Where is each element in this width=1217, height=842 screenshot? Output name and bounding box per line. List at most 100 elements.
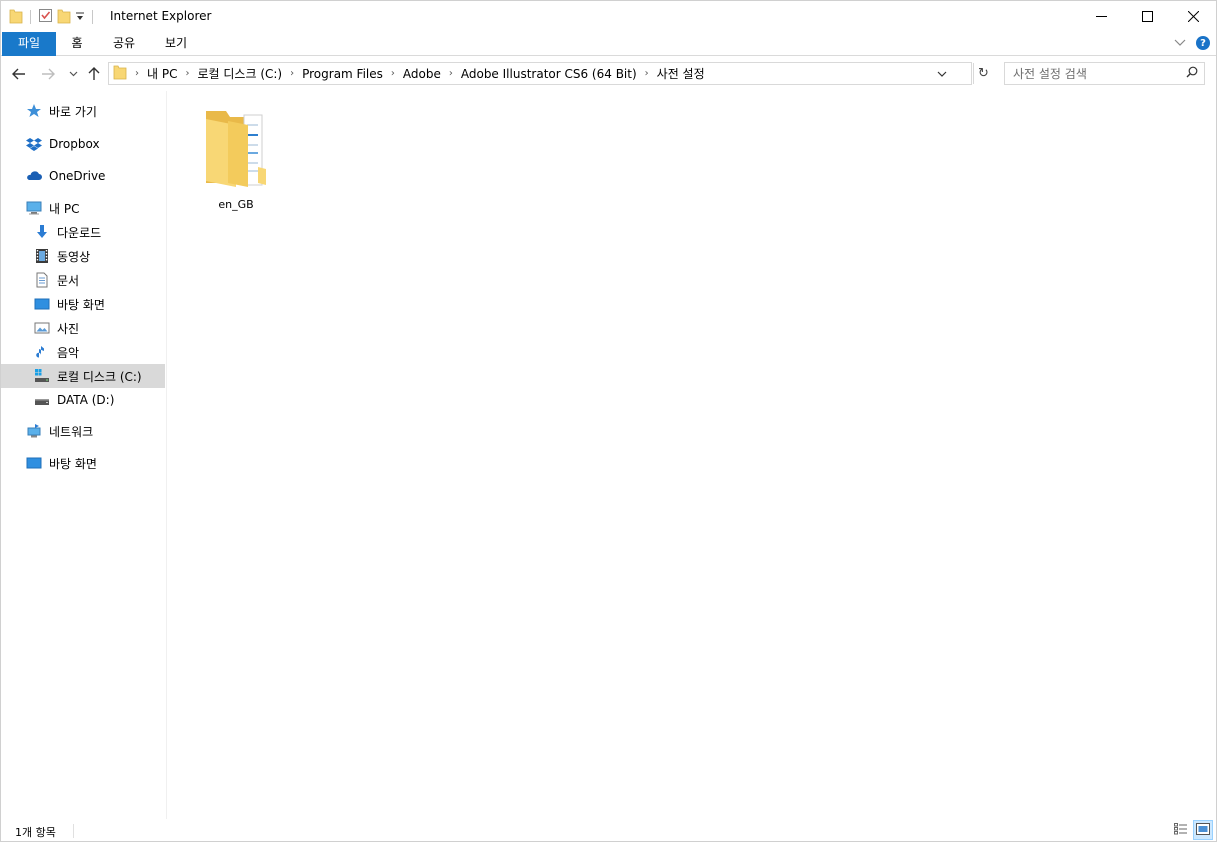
breadcrumb-chevron-icon[interactable]: › [181, 68, 193, 79]
breadcrumb-chevron-icon[interactable]: › [131, 68, 143, 79]
navigation-row: › 내 PC › 로컬 디스크 (C:) › Program Files › A… [1, 61, 1216, 87]
nav-item-videos[interactable]: 동영상 [1, 244, 165, 268]
ribbon-tabs: 파일 홈 공유 보기 ? [1, 32, 1216, 56]
windows-drive-icon [33, 367, 51, 385]
nav-item-label: 로컬 디스크 (C:) [57, 369, 142, 384]
search-input[interactable] [1013, 66, 1183, 81]
nav-item-label: 다운로드 [57, 225, 102, 240]
status-divider [73, 824, 74, 838]
help-icon[interactable]: ? [1196, 36, 1210, 50]
nav-item-label: 문서 [57, 273, 80, 288]
toolbar-separator [92, 10, 93, 24]
breadcrumb-chevron-icon[interactable]: › [387, 68, 399, 79]
drive-icon [33, 391, 51, 409]
back-button[interactable] [9, 63, 29, 85]
toolbar-separator [30, 10, 31, 24]
nav-item-label: 동영상 [57, 249, 91, 264]
folder-small-icon [9, 8, 23, 27]
tab-share[interactable]: 공유 [105, 32, 143, 56]
network-icon [25, 422, 43, 440]
customize-toolbar-dropdown-icon[interactable] [75, 10, 85, 25]
address-history-dropdown-icon[interactable] [933, 63, 951, 84]
desktop-icon [25, 454, 43, 472]
expand-ribbon-chevron-icon[interactable] [1174, 36, 1186, 50]
nav-item-label: 바로 가기 [49, 104, 97, 119]
status-bar: 1개 항목 [1, 819, 1216, 842]
tab-home[interactable]: 홈 [63, 32, 91, 56]
ribbon-right-controls: ? [1174, 36, 1210, 50]
properties-check-icon[interactable] [38, 8, 53, 26]
breadcrumb-this-pc[interactable]: 내 PC [143, 65, 181, 82]
details-view-icon [1174, 822, 1188, 838]
view-buttons [1171, 820, 1213, 840]
music-note-icon [33, 343, 51, 361]
nav-item-onedrive[interactable]: OneDrive [1, 164, 165, 188]
title-bar: Internet Explorer [1, 1, 1216, 32]
picture-icon [33, 319, 51, 337]
window-title: Internet Explorer [110, 9, 212, 23]
breadcrumb-presets[interactable]: 사전 설정 [653, 65, 709, 82]
nav-item-documents[interactable]: 문서 [1, 268, 165, 292]
folder-icon [204, 105, 268, 194]
nav-item-label: 바탕 화면 [57, 297, 105, 312]
nav-item-data-d[interactable]: DATA (D:) [1, 388, 165, 412]
nav-item-downloads[interactable]: 다운로드 [1, 220, 165, 244]
computer-icon [25, 199, 43, 217]
quick-access-toolbar [9, 7, 96, 27]
nav-item-dropbox[interactable]: Dropbox [1, 132, 165, 156]
large-icons-view-button[interactable] [1193, 820, 1213, 840]
tab-view[interactable]: 보기 [157, 32, 195, 56]
document-icon [33, 271, 51, 289]
breadcrumb-local-disk[interactable]: 로컬 디스크 (C:) [193, 65, 286, 82]
tab-file[interactable]: 파일 [2, 32, 56, 56]
folder-item[interactable]: en_GB [202, 105, 270, 211]
star-icon [25, 102, 43, 120]
dropbox-icon [25, 135, 43, 153]
breadcrumb-chevron-icon[interactable]: › [286, 68, 298, 79]
minimize-button[interactable] [1078, 1, 1124, 32]
download-arrow-icon [33, 223, 51, 241]
close-button[interactable] [1170, 1, 1216, 32]
large-icons-view-icon [1196, 822, 1210, 838]
folder-location-icon [113, 64, 127, 83]
folder-name: en_GB [218, 198, 254, 211]
nav-item-network[interactable]: 네트워크 [1, 419, 165, 443]
breadcrumb-adobe[interactable]: Adobe [399, 67, 445, 81]
details-view-button[interactable] [1171, 820, 1191, 840]
breadcrumb-chevron-icon[interactable]: › [641, 68, 653, 79]
nav-item-label: 사진 [57, 321, 80, 336]
breadcrumb-program-files[interactable]: Program Files [298, 67, 387, 81]
nav-item-desktop-root[interactable]: 바탕 화면 [1, 451, 165, 475]
nav-item-label: OneDrive [49, 169, 106, 183]
nav-item-this-pc[interactable]: 내 PC [1, 196, 165, 220]
nav-item-desktop[interactable]: 바탕 화면 [1, 292, 165, 316]
file-list: en_GB [168, 91, 1216, 819]
explorer-window: Internet Explorer 파일 홈 공유 보기 ? › 내 PC › … [0, 0, 1217, 842]
nav-item-local-disk-c[interactable]: 로컬 디스크 (C:) [1, 364, 165, 388]
search-icon[interactable] [1186, 66, 1198, 82]
film-icon [33, 247, 51, 265]
nav-item-label: Dropbox [49, 137, 100, 151]
nav-item-quick-access[interactable]: 바로 가기 [1, 99, 165, 123]
nav-item-label: 음악 [57, 345, 80, 360]
nav-item-pictures[interactable]: 사진 [1, 316, 165, 340]
maximize-button[interactable] [1124, 1, 1170, 32]
new-folder-icon[interactable] [57, 8, 71, 27]
item-count: 1개 항목 [15, 826, 56, 839]
refresh-icon[interactable]: ↻ [973, 63, 993, 84]
search-box[interactable] [1004, 62, 1205, 85]
breadcrumb: › 내 PC › 로컬 디스크 (C:) › Program Files › A… [109, 63, 709, 84]
nav-item-label: DATA (D:) [57, 393, 115, 407]
navigation-pane: 바로 가기 Dropbox OneDrive 내 PC 다운로드 동영상 문서 … [1, 91, 167, 819]
nav-item-label: 내 PC [49, 201, 80, 216]
nav-item-label: 바탕 화면 [49, 456, 97, 471]
breadcrumb-chevron-icon[interactable]: › [445, 68, 457, 79]
nav-item-music[interactable]: 음악 [1, 340, 165, 364]
address-bar[interactable]: › 내 PC › 로컬 디스크 (C:) › Program Files › A… [108, 62, 989, 85]
forward-button[interactable] [38, 63, 58, 85]
desktop-icon [33, 295, 51, 313]
nav-item-label: 네트워크 [49, 424, 94, 439]
breadcrumb-illustrator[interactable]: Adobe Illustrator CS6 (64 Bit) [457, 67, 641, 81]
up-button[interactable] [84, 63, 104, 85]
recent-locations-chevron-icon[interactable] [63, 63, 83, 85]
